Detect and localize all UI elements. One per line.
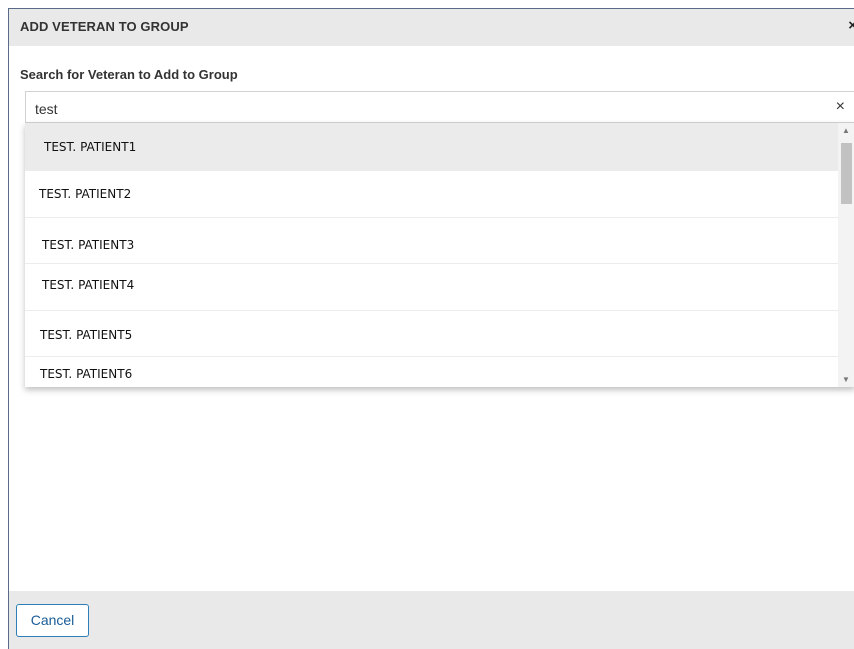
results-scrollbar[interactable]: ▲ ▼ (838, 123, 854, 387)
result-label: TEST. PATIENT4 (42, 278, 135, 292)
scrollbar-thumb[interactable] (841, 143, 852, 204)
scroll-down-icon[interactable]: ▼ (842, 375, 850, 384)
result-label: TEST. PATIENT6 (40, 367, 133, 381)
result-label: TEST. PATIENT5 (40, 328, 133, 342)
result-row-6[interactable]: TEST. PATIENT6 (25, 357, 838, 387)
result-row-4[interactable]: TEST. PATIENT4 (25, 264, 838, 311)
dialog-footer: Cancel (9, 591, 854, 649)
clear-icon[interactable]: × (836, 98, 845, 116)
result-label: TEST. PATIENT2 (39, 187, 132, 201)
result-label: TEST. PATIENT3 (42, 238, 135, 252)
add-veteran-dialog: ADD VETERAN TO GROUP × Search for Vetera… (8, 8, 854, 649)
result-label: TEST. PATIENT1 (44, 140, 137, 154)
close-icon[interactable]: × (848, 17, 854, 34)
search-label: Search for Veteran to Add to Group (20, 67, 238, 82)
search-results-dropdown: TEST. PATIENT1 TEST. PATIENT2 TEST. PATI… (25, 123, 854, 387)
search-input-value[interactable]: test (35, 101, 58, 117)
dialog-title: ADD VETERAN TO GROUP (20, 19, 189, 34)
result-row-3[interactable]: TEST. PATIENT3 (25, 218, 838, 264)
scroll-up-icon[interactable]: ▲ (842, 126, 850, 135)
search-input[interactable]: test × (25, 91, 854, 123)
result-row-1[interactable]: TEST. PATIENT1 (25, 123, 838, 171)
cancel-button[interactable]: Cancel (16, 604, 89, 637)
result-row-5[interactable]: TEST. PATIENT5 (25, 311, 838, 357)
dialog-header: ADD VETERAN TO GROUP × (9, 9, 854, 46)
result-row-2[interactable]: TEST. PATIENT2 (25, 171, 838, 218)
